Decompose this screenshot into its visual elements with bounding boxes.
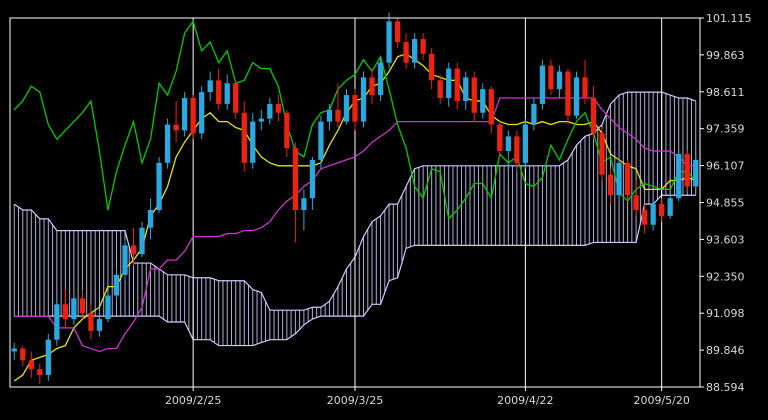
candle-body bbox=[105, 295, 111, 320]
candle-body bbox=[45, 339, 51, 376]
candle-body bbox=[207, 80, 213, 93]
candle-body bbox=[659, 204, 665, 216]
y-axis-ticks: 101.115 99.863 98.611 97.359 96.107 94.855 93.… bbox=[700, 12, 752, 394]
candle-body bbox=[309, 159, 316, 199]
y-tick-label: 89.846 bbox=[706, 344, 745, 357]
candle-body bbox=[463, 77, 469, 101]
candle-body bbox=[130, 245, 137, 255]
candle-body bbox=[173, 124, 179, 131]
candle-body bbox=[624, 162, 631, 196]
candle-body bbox=[616, 162, 622, 196]
candle-body bbox=[20, 348, 26, 361]
candle-body bbox=[88, 313, 94, 331]
x-tick-label: 2009/4/22 bbox=[497, 394, 553, 407]
candle-body bbox=[301, 198, 307, 211]
candle-body bbox=[377, 62, 384, 96]
candle-body bbox=[522, 124, 529, 163]
y-tick-label: 93.603 bbox=[706, 233, 745, 246]
y-tick-label: 92.350 bbox=[706, 270, 745, 283]
candle-body bbox=[650, 204, 656, 225]
candle-body bbox=[573, 77, 580, 116]
candle-body bbox=[471, 77, 477, 113]
candle-body bbox=[684, 154, 690, 187]
candle-body bbox=[343, 95, 350, 122]
candle-body bbox=[599, 133, 605, 175]
candle-body bbox=[250, 121, 256, 163]
x-tick-label: 2009/3/25 bbox=[327, 394, 383, 407]
y-tick-label: 94.855 bbox=[706, 196, 745, 209]
candle-body bbox=[514, 136, 520, 163]
candle-body bbox=[292, 148, 299, 211]
candle-body bbox=[284, 112, 290, 149]
candle-body bbox=[480, 89, 486, 113]
candle-body bbox=[326, 109, 333, 122]
candle-body bbox=[71, 298, 77, 320]
candle-body bbox=[607, 174, 614, 196]
candle-body bbox=[386, 21, 392, 63]
candle-body bbox=[275, 103, 281, 113]
candle-body bbox=[352, 95, 358, 122]
candle-body bbox=[411, 39, 418, 63]
candle-body bbox=[318, 121, 324, 160]
candle-body bbox=[199, 92, 205, 134]
candle-body bbox=[79, 298, 86, 314]
candle-body bbox=[147, 210, 154, 228]
ichimoku-chart: 101.115 99.863 98.611 97.359 96.107 94.855 93.… bbox=[9, 12, 752, 407]
x-axis-ticks: 2009/2/25 2009/3/25 2009/4/22 2009/5/20 bbox=[165, 387, 690, 407]
candle-body bbox=[565, 71, 571, 116]
candle-body bbox=[437, 80, 443, 99]
candle-body bbox=[505, 136, 511, 152]
candle-body bbox=[241, 112, 247, 163]
candle-body bbox=[633, 195, 639, 211]
candle-body bbox=[335, 109, 341, 122]
candle-body bbox=[590, 98, 597, 134]
candle-body bbox=[224, 83, 230, 104]
candle-body bbox=[37, 369, 43, 376]
candle-body bbox=[113, 274, 120, 296]
candle-body bbox=[369, 77, 375, 96]
candle-body bbox=[403, 42, 409, 63]
candle-body bbox=[360, 77, 367, 122]
candle-body bbox=[488, 89, 494, 125]
candle-body bbox=[531, 103, 537, 125]
candle-body bbox=[62, 304, 69, 320]
candle-body bbox=[164, 124, 171, 163]
candle-body bbox=[54, 304, 60, 340]
candle-body bbox=[676, 154, 682, 199]
candle-body bbox=[181, 98, 188, 131]
candle-body bbox=[139, 227, 145, 255]
candle-body bbox=[667, 198, 673, 216]
x-tick-label: 2009/2/25 bbox=[165, 394, 221, 407]
y-tick-label: 98.611 bbox=[706, 86, 745, 99]
candle-body bbox=[156, 162, 162, 211]
candle-body bbox=[693, 159, 699, 187]
x-tick-label: 2009/5/20 bbox=[633, 394, 689, 407]
candle-body bbox=[446, 68, 452, 99]
candle-body bbox=[96, 319, 103, 331]
y-tick-label: 91.098 bbox=[706, 307, 745, 320]
y-tick-label: 97.359 bbox=[706, 123, 745, 136]
y-tick-label: 96.107 bbox=[706, 160, 745, 173]
candle-body bbox=[267, 103, 273, 119]
y-tick-label: 88.594 bbox=[706, 381, 745, 394]
y-tick-label: 101.115 bbox=[706, 12, 752, 25]
candle-body bbox=[190, 98, 196, 134]
candle-body bbox=[539, 65, 546, 104]
candle-body bbox=[556, 71, 563, 90]
candle-body bbox=[233, 83, 239, 113]
candle-body bbox=[28, 360, 34, 370]
candle-body bbox=[641, 210, 648, 225]
candle-body bbox=[548, 65, 554, 90]
candle-body bbox=[582, 77, 588, 99]
candle-body bbox=[429, 53, 435, 81]
candle-body bbox=[122, 245, 128, 275]
candle-body bbox=[394, 21, 401, 43]
candle-body bbox=[420, 39, 426, 54]
candle-body bbox=[258, 118, 264, 122]
candle-body bbox=[497, 124, 503, 152]
candle-body bbox=[454, 68, 460, 101]
candle-body bbox=[11, 348, 17, 352]
y-tick-label: 99.863 bbox=[706, 49, 745, 62]
candle-body bbox=[216, 80, 222, 104]
